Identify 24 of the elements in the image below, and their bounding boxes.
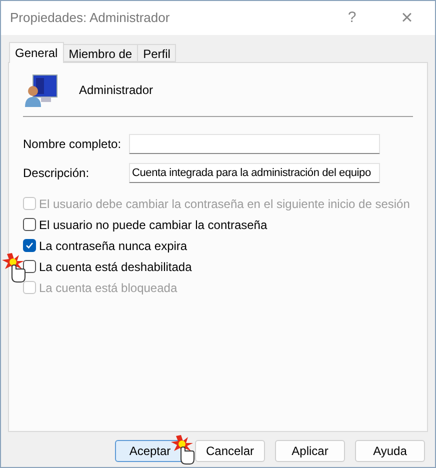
dialog-button[interactable]: Cancelar xyxy=(195,440,265,462)
help-button[interactable]: ? xyxy=(337,6,367,30)
dialog-button[interactable]: Ayuda xyxy=(355,440,425,462)
input-field[interactable] xyxy=(129,134,380,154)
user-name: Administrador xyxy=(79,82,154,98)
checkbox-label: La contraseña nunca expira xyxy=(39,238,188,254)
tab[interactable]: General xyxy=(9,42,64,63)
dialog-button[interactable]: Aplicar xyxy=(275,440,345,462)
checkbox-label: El usuario debe cambiar la contraseña en el siguiente inicio de sesión xyxy=(39,196,410,212)
field-label: Descripción: xyxy=(23,165,90,182)
checkbox[interactable] xyxy=(23,239,36,252)
click-cursor-icon xyxy=(171,435,197,465)
field-label: Nombre completo: xyxy=(23,136,122,153)
window-title: Propiedades: Administrador xyxy=(10,9,171,28)
tab[interactable]: Miembro de xyxy=(64,44,138,62)
tab[interactable]: Perfil xyxy=(138,44,176,62)
input-field[interactable]: Cuenta integrada para la administración del equipo xyxy=(129,163,380,183)
checkbox-label: La cuenta está bloqueada xyxy=(39,280,178,296)
checkbox-label: El usuario no puede cambiar la contraseña xyxy=(39,216,268,234)
user-computer-icon xyxy=(23,72,59,108)
checkbox-label: La cuenta está deshabilitada xyxy=(39,258,192,276)
checkbox[interactable] xyxy=(23,218,36,231)
checkmark-icon xyxy=(25,241,34,250)
close-button[interactable]: × xyxy=(387,3,427,33)
